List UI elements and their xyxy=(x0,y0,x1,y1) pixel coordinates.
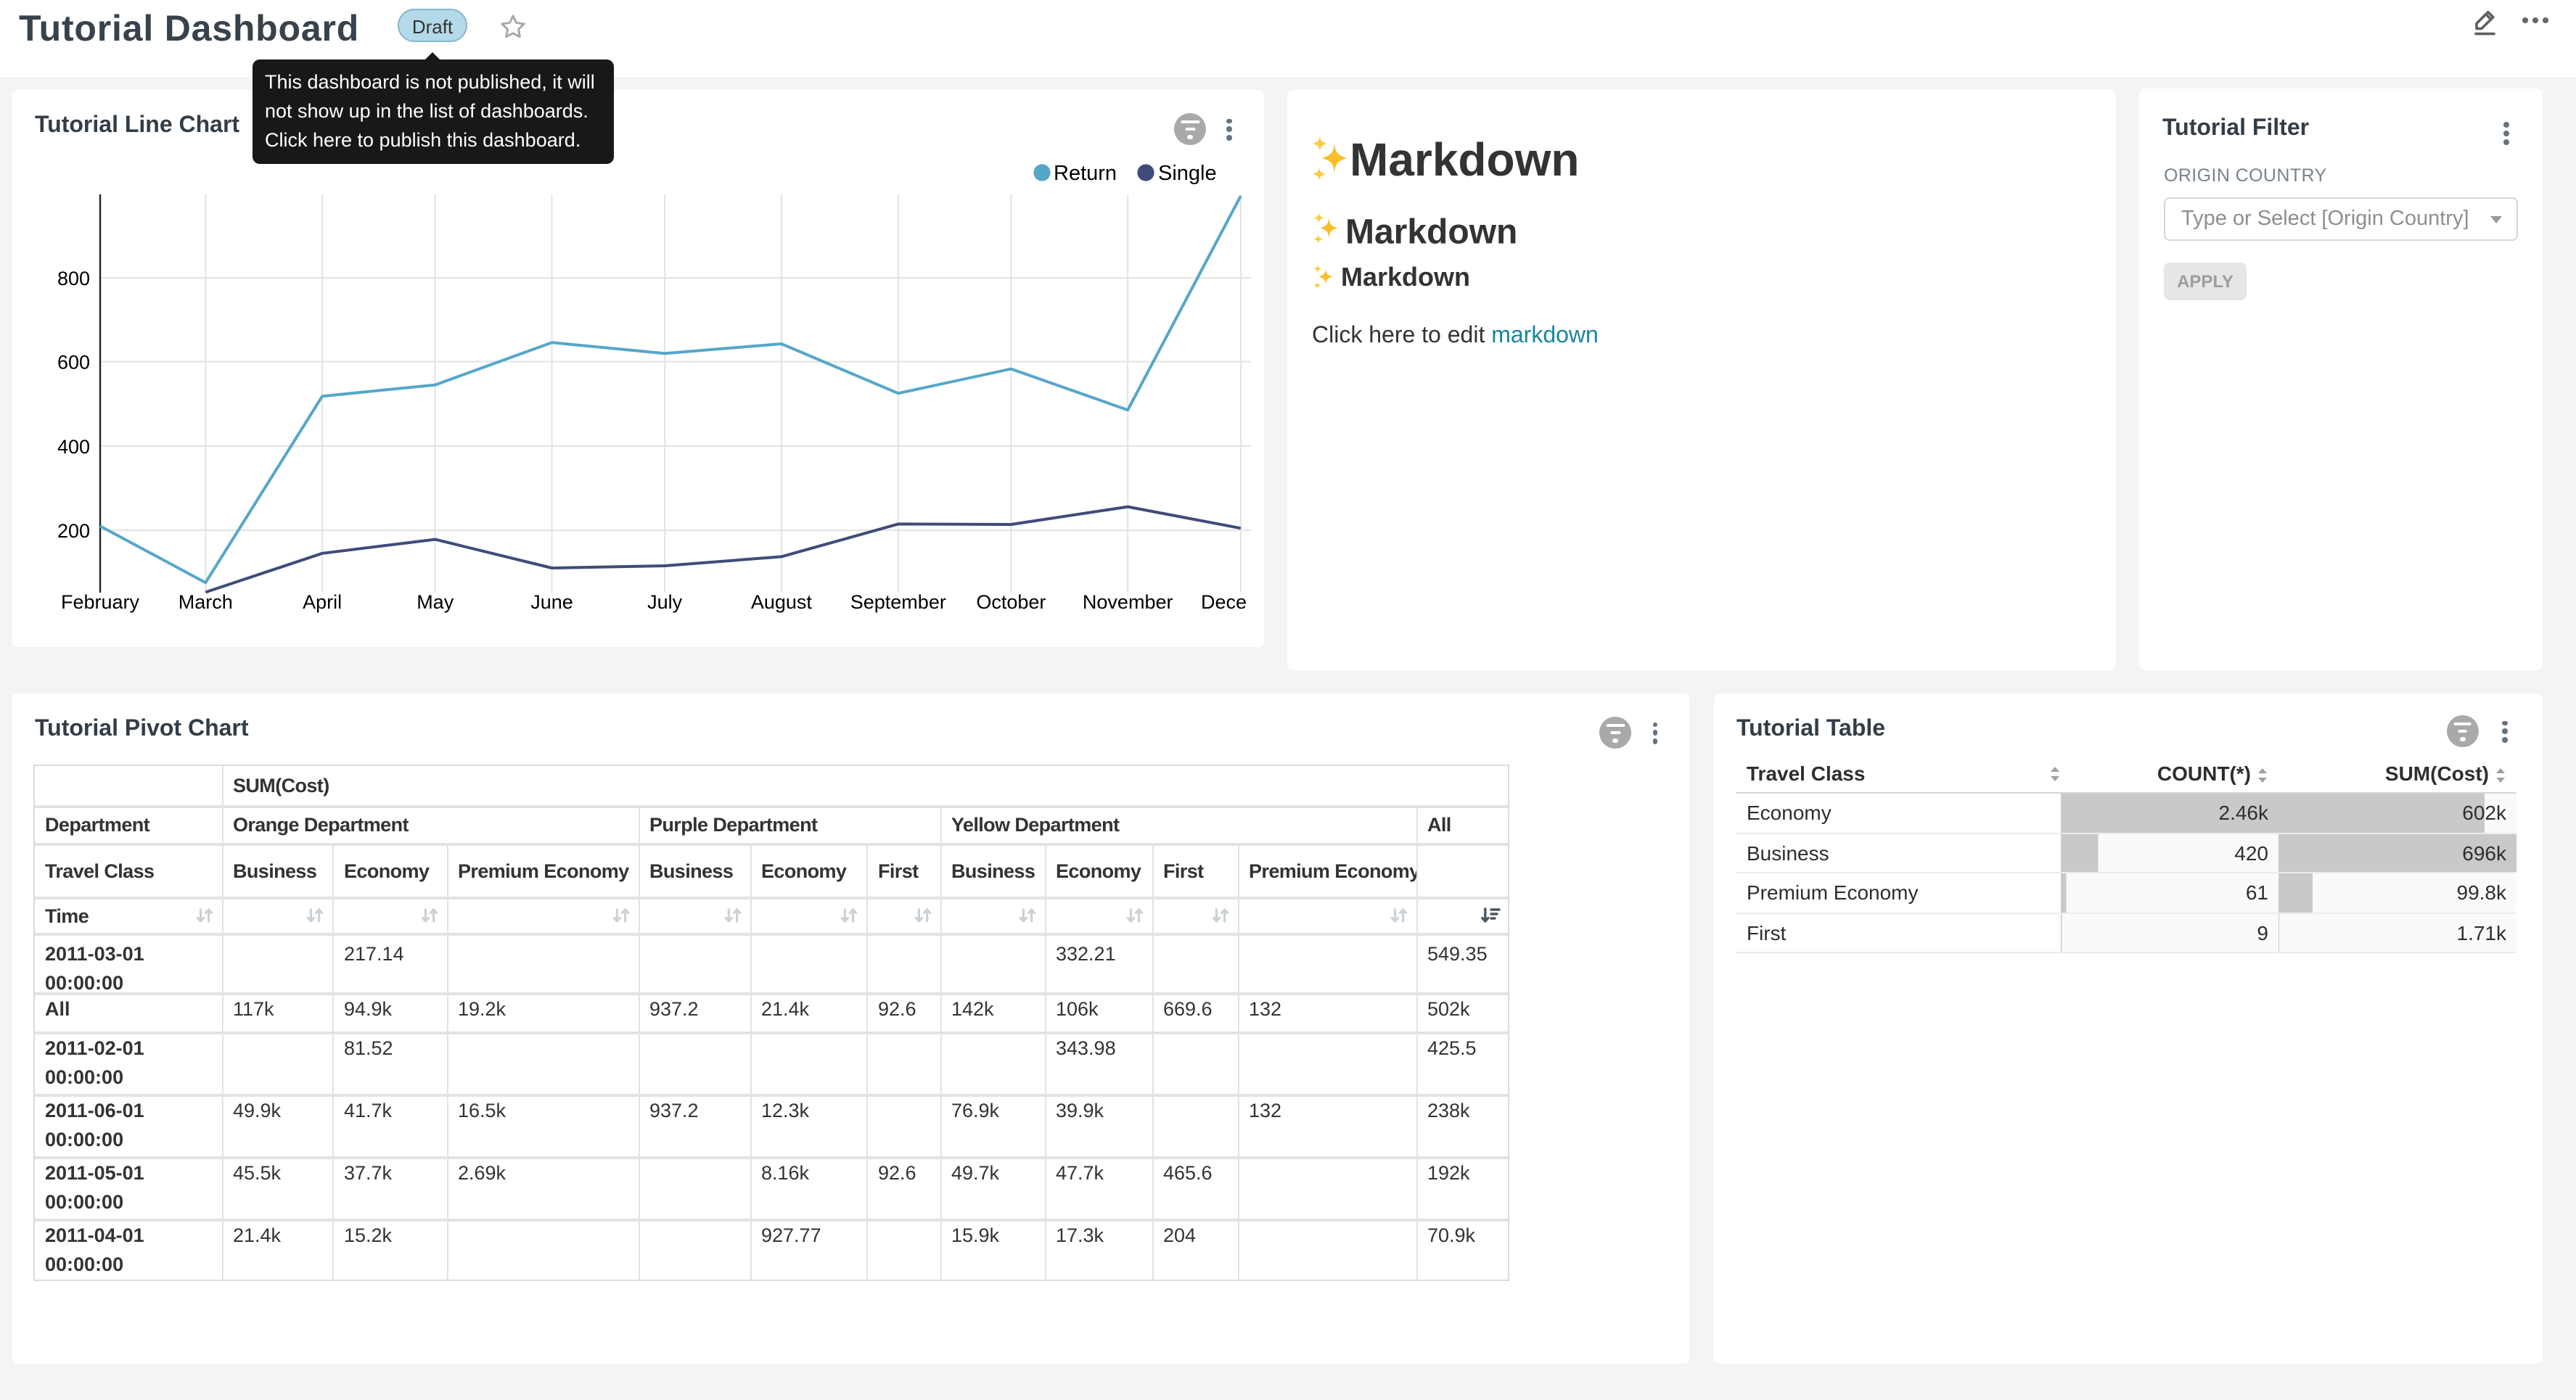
svg-text:September: September xyxy=(850,591,946,613)
svg-text:600: 600 xyxy=(57,352,90,374)
svg-text:Return: Return xyxy=(1054,162,1117,185)
svg-text:August: August xyxy=(751,591,813,613)
svg-text:October: October xyxy=(976,591,1046,613)
svg-text:Dece: Dece xyxy=(1201,591,1247,613)
svg-text:Single: Single xyxy=(1158,162,1217,185)
svg-text:March: March xyxy=(179,591,233,613)
svg-text:April: April xyxy=(303,591,342,613)
svg-text:May: May xyxy=(417,591,454,613)
svg-text:February: February xyxy=(61,591,140,613)
svg-text:800: 800 xyxy=(57,268,90,289)
svg-text:July: July xyxy=(647,591,683,613)
svg-text:400: 400 xyxy=(57,436,90,458)
svg-text:November: November xyxy=(1083,591,1173,613)
svg-text:200: 200 xyxy=(57,520,90,542)
svg-text:June: June xyxy=(530,591,573,613)
